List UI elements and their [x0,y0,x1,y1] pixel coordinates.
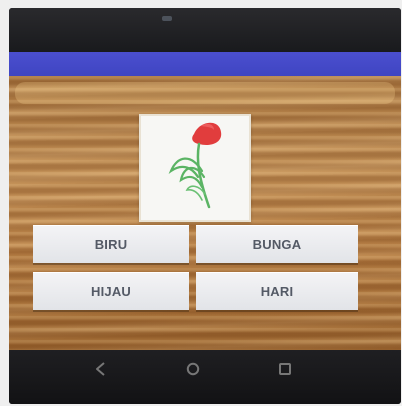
camera-dot-icon [162,16,172,21]
tablet-screen: BIRU BUNGA HIJAU HARI [9,8,401,404]
flower-picture [139,114,251,222]
system-navigation-bar [9,350,401,404]
recent-apps-icon [279,363,291,375]
answer-button-bunga[interactable]: BUNGA [196,225,358,263]
answer-button-biru[interactable]: BIRU [33,225,189,263]
device-frame: BIRU BUNGA HIJAU HARI [0,0,402,406]
wood-background: BIRU BUNGA HIJAU HARI [9,76,401,350]
back-icon [96,362,105,376]
back-button[interactable] [89,357,113,381]
status-bar [9,8,401,52]
answer-button-hari[interactable]: HARI [196,272,358,310]
answer-options: BIRU BUNGA HIJAU HARI [33,225,359,312]
home-icon [186,362,200,376]
answer-button-hijau[interactable]: HIJAU [33,272,189,310]
top-panel [15,82,395,104]
home-button[interactable] [181,357,205,381]
flower-illustration [168,122,222,209]
recent-apps-button[interactable] [273,357,297,381]
app-bar [9,52,401,76]
